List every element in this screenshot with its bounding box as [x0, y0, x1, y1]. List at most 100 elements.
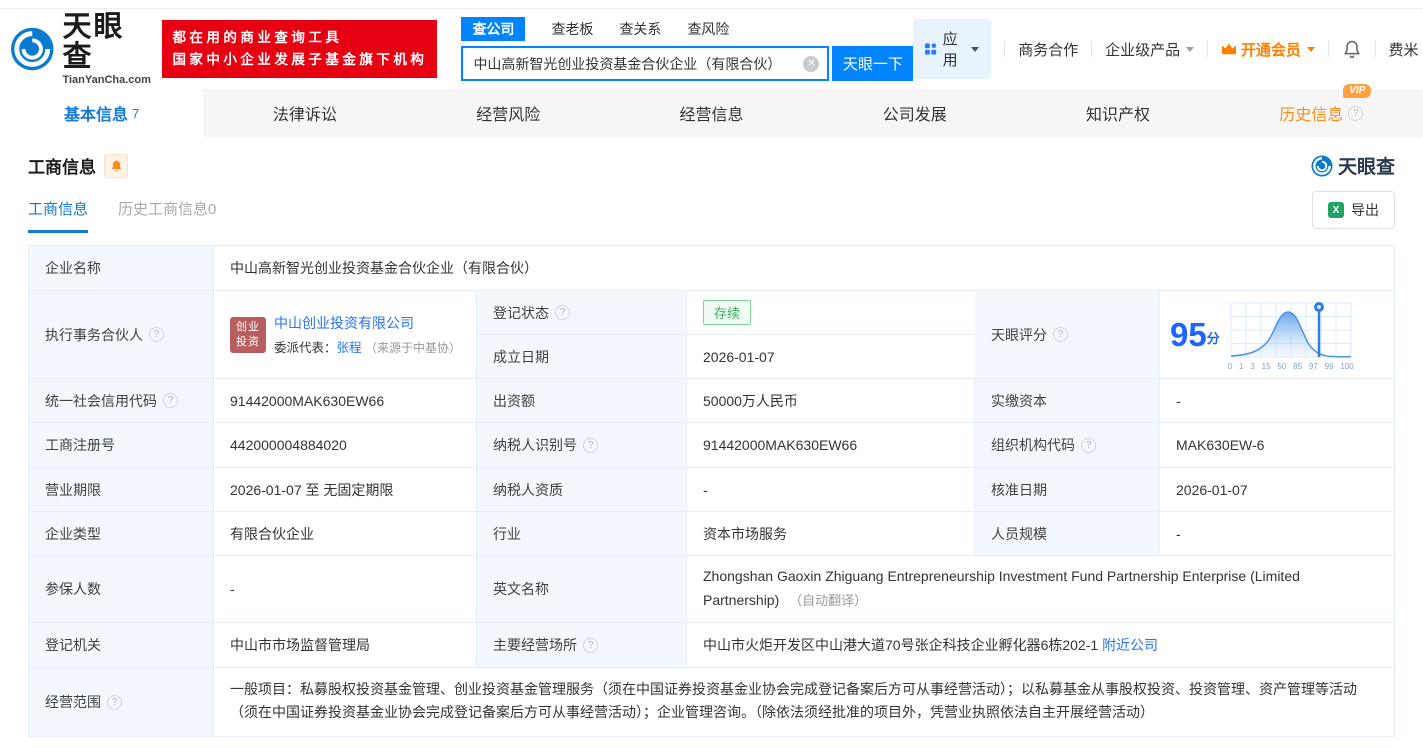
watermark-label: 天眼查	[1337, 157, 1395, 178]
paid-capital-label: 实缴资本	[975, 379, 1160, 423]
monitor-bell-button[interactable]	[104, 153, 128, 178]
capital-value: 50000万人民币	[687, 379, 975, 423]
executive-partner-label: 执行事务合伙人 ?	[29, 291, 214, 379]
apps-menu-label: 应用	[942, 31, 958, 69]
tab-basic-info-count: 7	[132, 105, 140, 121]
org-code-value: MAK630EW-6	[1160, 423, 1394, 468]
company-type-label: 企业类型	[29, 512, 214, 556]
help-icon[interactable]: ?	[1081, 437, 1096, 453]
business-info-table: 企业名称 中山高新智光创业投资基金合伙企业（有限合伙） 执行事务合伙人 ? 创业…	[28, 245, 1395, 737]
staff-size-label: 人员规模	[975, 512, 1160, 556]
reg-number-label: 工商注册号	[29, 423, 214, 468]
search-category-tabs: 查公司 查老板 查关系 查风险	[461, 17, 913, 41]
tab-history-info[interactable]: 历史信息 VIP ?	[1220, 84, 1423, 137]
tianyancha-logo[interactable]: 天眼查 TianYanCha.com	[10, 12, 152, 86]
credit-code-label: 统一社会信用代码?	[29, 379, 214, 423]
tab-operating-risk[interactable]: 经营风险	[407, 89, 610, 137]
search-tab-relation[interactable]: 查关系	[619, 17, 661, 41]
chevron-down-icon	[971, 46, 980, 52]
score-number: 95	[1170, 316, 1207, 353]
table-row: 执行事务合伙人 ? 创业投资 中山创业投资有限公司 委派代表：张程 （来源于中基…	[29, 291, 1394, 379]
help-icon[interactable]: ?	[149, 327, 164, 342]
business-address-label: 主要经营场所?	[477, 623, 687, 668]
vip-badge: VIP	[1343, 84, 1372, 98]
menu-divider	[1374, 41, 1376, 57]
tianyancha-logo-icon	[1311, 154, 1333, 177]
org-code-label: 组织机构代码?	[975, 423, 1160, 468]
apps-menu[interactable]: 应用	[913, 19, 992, 79]
search-tab-company[interactable]: 查公司	[461, 17, 526, 41]
company-type-value: 有限合伙企业	[214, 512, 477, 556]
tab-operating-info-label: 经营信息	[679, 107, 744, 124]
company-section-tabs: 基本信息 7 法律诉讼 经营风险 经营信息 公司发展 知识产权 历史信息 VIP…	[0, 84, 1423, 137]
table-row: 营业期限 2026-01-07 至 无固定期限 纳税人资质 - 核准日期 202…	[29, 468, 1394, 512]
open-membership-menu[interactable]: 开通会员	[1221, 39, 1315, 60]
search-area: 查公司 查老板 查关系 查风险 ✕ 天眼一下	[461, 17, 914, 81]
help-icon[interactable]: ?	[107, 694, 122, 710]
help-icon[interactable]: ?	[583, 637, 598, 653]
user-name-label: 费米	[1388, 41, 1419, 59]
tab-operating-info[interactable]: 经营信息	[610, 89, 813, 137]
reg-status-value: 存续	[687, 291, 975, 335]
capital-label: 出资额	[477, 379, 687, 423]
export-button-label: 导出	[1351, 202, 1379, 218]
insured-count-label: 参保人数	[29, 556, 214, 623]
tab-legal-proceedings-label: 法律诉讼	[272, 107, 337, 124]
search-button[interactable]: 天眼一下	[832, 46, 914, 81]
table-row: 统一社会信用代码? 91442000MAK630EW66 出资额 50000万人…	[29, 379, 1394, 423]
tab-legal-proceedings[interactable]: 法律诉讼	[203, 89, 406, 137]
menu-divider	[1091, 41, 1093, 57]
subtab-history-business-info[interactable]: 历史工商信息0	[118, 198, 216, 233]
menu-divider	[1327, 41, 1329, 57]
business-cooperation-label: 商务合作	[1018, 41, 1079, 59]
tab-intellectual-property[interactable]: 知识产权	[1016, 89, 1219, 137]
notification-bell[interactable]	[1342, 38, 1362, 60]
table-row: 参保人数 - 英文名称 Zhongshan Gaoxin Zhiguang En…	[29, 556, 1394, 623]
score-value: 95 分 0 1 3 15 50 85 97 99 100	[1160, 291, 1394, 379]
status-badge: 存续	[703, 300, 752, 325]
subtab-business-info[interactable]: 工商信息	[28, 198, 89, 233]
slogan-line-1: 都在用的商业查询工具	[172, 30, 343, 46]
search-tab-risk[interactable]: 查风险	[687, 17, 729, 41]
reg-authority-label: 登记机关	[29, 623, 214, 668]
rep-source: （来源于中基协）	[365, 341, 460, 355]
establish-date-label: 成立日期	[477, 335, 687, 379]
partner-type-badge: 创业投资	[230, 316, 266, 353]
business-scope-value: 一般项目：私募股权投资基金管理、创业投资基金管理服务（须在中国证券投资基金业协会…	[230, 681, 1357, 721]
help-icon[interactable]: ?	[163, 393, 178, 408]
help-icon[interactable]: ?	[1348, 105, 1364, 121]
partner-company-link[interactable]: 中山创业投资有限公司	[274, 313, 460, 333]
help-icon[interactable]: ?	[555, 305, 570, 320]
page-top-divider	[0, 0, 1423, 9]
search-tab-boss[interactable]: 查老板	[551, 17, 593, 41]
taxpayer-quality-value: -	[687, 468, 975, 512]
export-button[interactable]: 导出	[1312, 191, 1395, 229]
header-menu: 应用 商务合作 企业级产品 开通会员 费米	[913, 19, 1423, 79]
business-term-value: 2026-01-07 至 无固定期限	[214, 468, 477, 512]
menu-divider	[1207, 41, 1208, 57]
table-row: 登记机关 中山市市场监督管理局 主要经营场所? 中山市火炬开发区中山港大道70号…	[29, 623, 1394, 668]
tab-company-development[interactable]: 公司发展	[813, 89, 1016, 137]
company-name-label: 企业名称	[29, 246, 214, 291]
enterprise-products-menu[interactable]: 企业级产品	[1105, 39, 1195, 60]
table-subrow: 登记状态 ? 存续	[477, 291, 975, 335]
help-icon[interactable]: ?	[583, 437, 598, 453]
business-cooperation-link[interactable]: 商务合作	[1018, 39, 1078, 60]
app-grid-icon	[925, 43, 937, 55]
tab-history-info-label: 历史信息	[1279, 107, 1344, 124]
user-account-menu[interactable]: 费米	[1389, 39, 1423, 60]
nearby-companies-link[interactable]: 附近公司	[1102, 635, 1158, 655]
approval-date-value: 2026-01-07	[1160, 468, 1394, 512]
rep-name-link[interactable]: 张程	[337, 341, 362, 355]
chevron-down-icon	[1186, 46, 1195, 52]
clear-search-icon[interactable]: ✕	[803, 55, 820, 72]
help-icon[interactable]: ?	[1053, 327, 1068, 342]
excel-icon	[1328, 202, 1344, 218]
reg-status-label: 登记状态 ?	[477, 291, 687, 335]
menu-divider	[1004, 41, 1006, 57]
company-name-value: 中山高新智光创业投资基金合伙企业（有限合伙）	[214, 246, 1394, 291]
logo-text-cn: 天眼查	[62, 10, 125, 74]
business-term-label: 营业期限	[29, 468, 214, 512]
search-input[interactable]	[473, 55, 804, 72]
tab-basic-info[interactable]: 基本信息 7	[0, 89, 204, 137]
